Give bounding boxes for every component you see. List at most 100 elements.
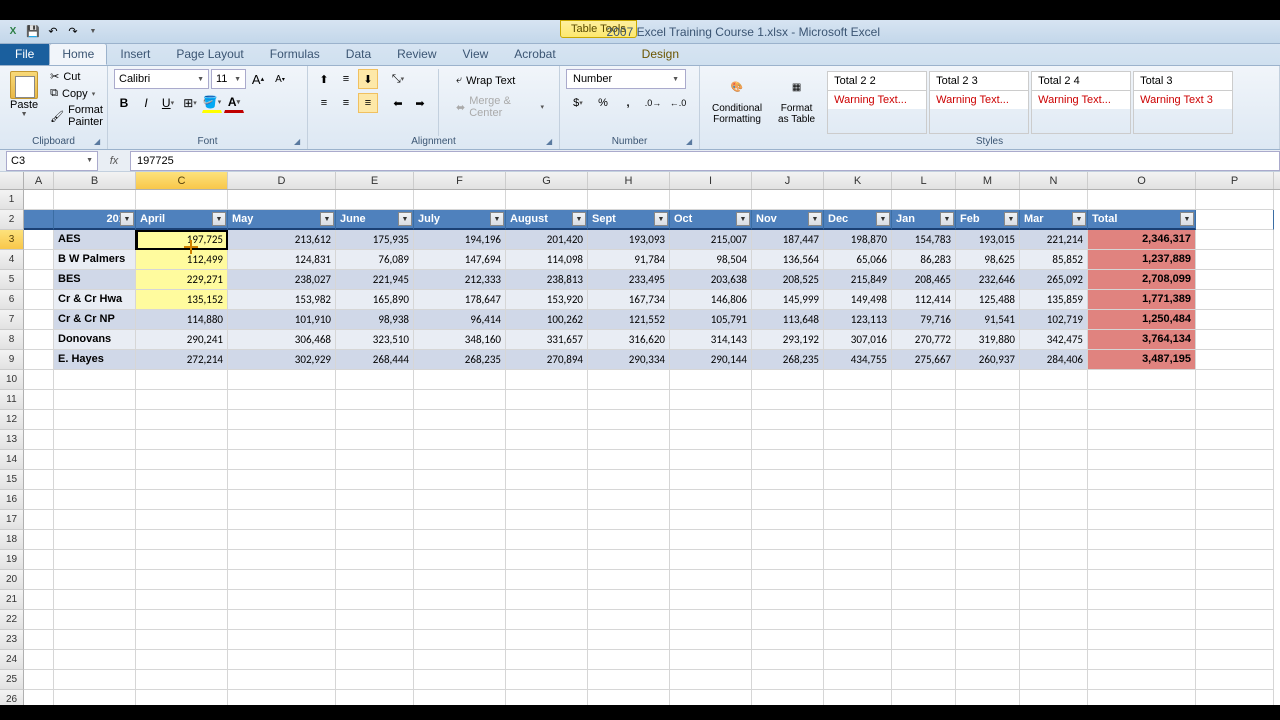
cell[interactable] [752, 670, 824, 690]
cell[interactable]: 229,271 [136, 270, 228, 290]
cell[interactable] [956, 410, 1020, 430]
formula-bar[interactable]: 197725 [130, 151, 1280, 171]
bold-button[interactable]: B [114, 93, 134, 113]
cell[interactable]: 175,935 [336, 230, 414, 250]
cell[interactable] [1088, 470, 1196, 490]
cell[interactable] [506, 470, 588, 490]
cell[interactable] [136, 610, 228, 630]
cell[interactable] [1020, 670, 1088, 690]
cell[interactable] [670, 430, 752, 450]
cell[interactable] [588, 470, 670, 490]
cell[interactable]: 221,214 [1020, 230, 1088, 250]
cell[interactable]: 178,647 [414, 290, 506, 310]
style-total24[interactable]: Total 2 4Warning Text... [1031, 71, 1131, 134]
cell[interactable] [506, 430, 588, 450]
cell[interactable]: 135,152 [136, 290, 228, 310]
cell[interactable] [336, 590, 414, 610]
cell[interactable]: 102,719 [1020, 310, 1088, 330]
cell[interactable] [1196, 430, 1274, 450]
cell[interactable] [588, 390, 670, 410]
filter-arrow-icon[interactable]: ▼ [1072, 212, 1086, 226]
format-as-table-button[interactable]: ▦ Format as Table [772, 69, 821, 136]
cell[interactable] [336, 490, 414, 510]
cell[interactable] [670, 610, 752, 630]
filter-arrow-icon[interactable]: ▼ [736, 212, 750, 226]
cell[interactable] [1196, 310, 1274, 330]
cell[interactable] [414, 190, 506, 210]
cell[interactable] [24, 670, 54, 690]
row-header-21[interactable]: 21 [0, 590, 24, 610]
cell[interactable] [752, 490, 824, 510]
tab-view[interactable]: View [450, 43, 502, 65]
cell[interactable]: 270,894 [506, 350, 588, 370]
cell[interactable] [824, 370, 892, 390]
cell[interactable] [588, 630, 670, 650]
cell[interactable]: 1,771,389 [1088, 290, 1196, 310]
filter-arrow-icon[interactable]: ▼ [1004, 212, 1018, 226]
cell[interactable] [136, 570, 228, 590]
cell[interactable] [1196, 610, 1274, 630]
cell[interactable] [136, 450, 228, 470]
cell[interactable] [336, 390, 414, 410]
cell[interactable] [24, 570, 54, 590]
cell[interactable] [956, 570, 1020, 590]
cell[interactable] [336, 670, 414, 690]
cell[interactable] [24, 390, 54, 410]
cell[interactable]: 323,510 [336, 330, 414, 350]
filter-arrow-icon[interactable]: ▼ [808, 212, 822, 226]
cell[interactable] [1196, 590, 1274, 610]
cell[interactable] [1088, 570, 1196, 590]
cell[interactable]: Feb▼ [956, 210, 1020, 230]
cell[interactable] [670, 190, 752, 210]
cell[interactable]: E. Hayes [54, 350, 136, 370]
cell[interactable] [892, 550, 956, 570]
cell[interactable] [892, 590, 956, 610]
style-total22[interactable]: Total 2 2Warning Text... [827, 71, 927, 134]
cell[interactable] [336, 530, 414, 550]
cell[interactable] [506, 190, 588, 210]
align-center-icon[interactable]: ≡ [336, 93, 356, 113]
cell[interactable] [506, 410, 588, 430]
column-header-D[interactable]: D [228, 172, 336, 189]
cell[interactable] [588, 570, 670, 590]
cell[interactable] [136, 430, 228, 450]
cell[interactable]: July▼ [414, 210, 506, 230]
cell[interactable]: 153,982 [228, 290, 336, 310]
cell[interactable] [1020, 390, 1088, 410]
cell[interactable] [336, 430, 414, 450]
cell[interactable]: 215,849 [824, 270, 892, 290]
cell[interactable]: 3,487,195 [1088, 350, 1196, 370]
font-launcher-icon[interactable]: ◢ [294, 137, 304, 147]
cell[interactable] [892, 670, 956, 690]
cell[interactable]: 96,414 [414, 310, 506, 330]
row-header-4[interactable]: 4 [0, 250, 24, 270]
cell[interactable] [956, 190, 1020, 210]
cell[interactable]: Oct▼ [670, 210, 752, 230]
cell[interactable] [1088, 550, 1196, 570]
increase-indent-icon[interactable]: ➡ [410, 93, 430, 113]
cell[interactable] [670, 650, 752, 670]
cell[interactable] [336, 550, 414, 570]
cell[interactable] [136, 490, 228, 510]
cell[interactable] [824, 570, 892, 590]
cell[interactable] [136, 590, 228, 610]
cell[interactable] [228, 490, 336, 510]
cell[interactable]: AES [54, 230, 136, 250]
cell[interactable] [24, 550, 54, 570]
format-painter-button[interactable]: 🖌Format Painter [46, 103, 107, 129]
cell[interactable] [506, 670, 588, 690]
cell[interactable] [228, 370, 336, 390]
cell[interactable]: 342,475 [1020, 330, 1088, 350]
row-header-15[interactable]: 15 [0, 470, 24, 490]
cell[interactable]: 98,504 [670, 250, 752, 270]
cell[interactable] [228, 510, 336, 530]
cell[interactable]: 125,488 [956, 290, 1020, 310]
cell[interactable] [336, 370, 414, 390]
cell[interactable] [24, 530, 54, 550]
row-header-22[interactable]: 22 [0, 610, 24, 630]
cell[interactable] [1196, 450, 1274, 470]
cell[interactable] [1196, 630, 1274, 650]
cell[interactable] [752, 630, 824, 650]
spreadsheet-grid[interactable]: ABCDEFGHIJKLMNOP 12345678910111213141516… [0, 172, 1280, 710]
tab-data[interactable]: Data [333, 43, 384, 65]
